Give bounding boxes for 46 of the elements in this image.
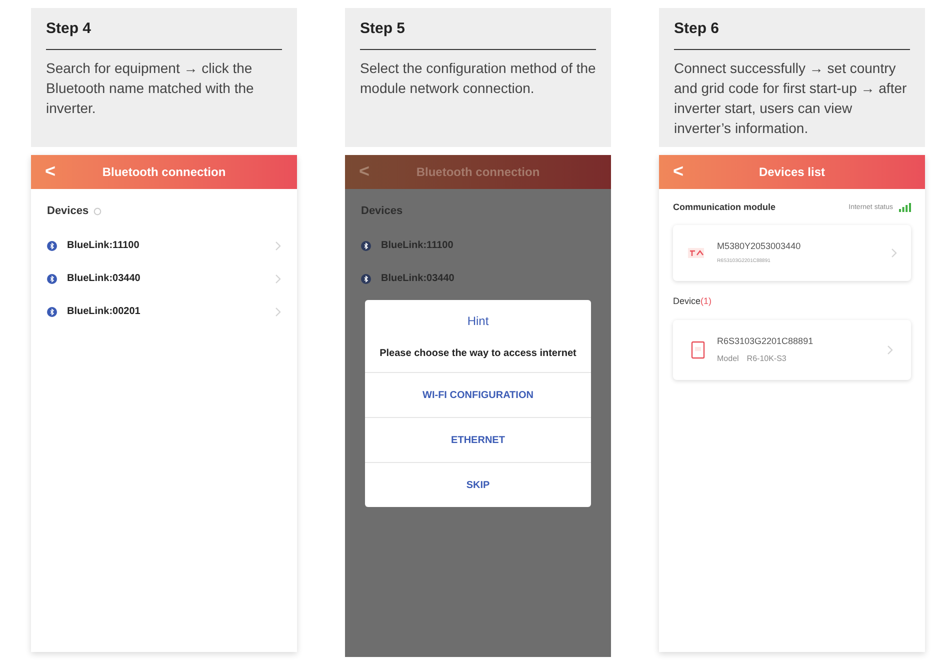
inverter-icon [691, 341, 705, 359]
bluetooth-icon [47, 274, 57, 284]
module-icon [687, 246, 705, 260]
device-name: BlueLink:00201 [67, 305, 142, 319]
section-title: Devices [361, 204, 403, 219]
device-item[interactable]: BlueLink:11100 [47, 238, 281, 252]
chevron-right-icon [275, 240, 281, 250]
dialog-option-button[interactable]: SKIP [365, 462, 591, 507]
device-name: BlueLink:03440 [67, 272, 142, 286]
header-title: Devices list [758, 164, 826, 181]
bluetooth-icon [361, 240, 371, 250]
dialog-message: Please choose the way to access internet [378, 348, 578, 360]
module-serial: M5380Y2053003440 [717, 240, 802, 253]
section-title: Devices [47, 204, 89, 219]
bluetooth-icon [47, 240, 57, 250]
step-title: Step 5 [360, 19, 406, 39]
section-title: Device [673, 294, 701, 308]
dialog-option-button[interactable]: WI-FI CONFIGURATION [365, 372, 591, 417]
chevron-right-icon [275, 306, 281, 316]
bluetooth-icon [47, 306, 57, 316]
step-description: Search for equipment → click the Bluetooth name matched with the inverter. [46, 58, 255, 118]
device-card[interactable]: R6S3103G2201C88891 Model R6-10K-S3 [673, 320, 911, 380]
section-title: Communication module [673, 201, 777, 214]
step-title: Step 6 [674, 19, 720, 39]
step-title: Step 4 [46, 19, 92, 39]
device-count: (1) [700, 294, 712, 308]
model-label: Model [717, 352, 739, 365]
device-item[interactable]: BlueLink:00201 [47, 304, 281, 318]
device-name: BlueLink:11100 [67, 239, 140, 253]
loading-icon [92, 206, 102, 216]
device-name: BlueLink:03440 [381, 272, 456, 286]
device-name: BlueLink:11100 [381, 239, 454, 253]
chevron-right-icon [275, 274, 281, 284]
step-description: Connect successfully → set country and grid code for first start-up → after inverter start, users can view inverter’s information. [674, 58, 908, 138]
header-title: Bluetooth connection [416, 164, 540, 181]
chevron-right-icon [887, 345, 893, 355]
dialog-title: Hint [467, 313, 489, 330]
bluetooth-icon [361, 274, 371, 284]
model-value: R6-10K-S3 [746, 352, 786, 365]
device-serial: R6S3103G2201C88891 [717, 335, 814, 348]
device-item[interactable]: BlueLink:03440 [47, 272, 281, 286]
dialog-option-button[interactable]: ETHERNET [365, 417, 591, 462]
chevron-right-icon [891, 248, 897, 258]
header-title: Bluetooth connection [102, 164, 226, 181]
step-description: Select the configuration method of the module network connection. [360, 58, 596, 98]
signal-icon [899, 203, 911, 212]
